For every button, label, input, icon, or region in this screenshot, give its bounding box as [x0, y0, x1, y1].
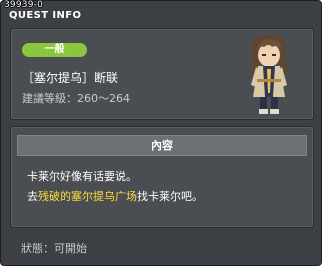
content-text-suffix: 找卡莱尔吧。: [137, 190, 203, 203]
content-text-line-2: 去残破的塞尔提乌广场找卡莱尔吧。: [27, 188, 203, 204]
recommended-level: 建議等級：260～264: [22, 90, 130, 106]
quest-info-window: 39939-0 QUEST INFO 一般 ［塞尔提乌］断联 建議等級：260～…: [0, 0, 322, 266]
window-title: QUEST INFO: [9, 10, 82, 21]
content-text-prefix: 去: [27, 190, 38, 203]
quest-status: 狀態：可開始: [21, 240, 87, 256]
quest-content-panel: 內容 卡莱尔好像有话要说。 去残破的塞尔提乌广场找卡莱尔吧。: [10, 126, 314, 228]
level-range: 260～264: [77, 92, 130, 105]
status-value: 可開始: [54, 242, 87, 255]
npc-portrait: [251, 35, 287, 114]
location-link: 残破的塞尔提乌广场: [38, 190, 137, 203]
level-label: 建議等級：: [22, 92, 77, 105]
content-header: 內容: [17, 135, 307, 156]
content-text-line-1: 卡莱尔好像有话要说。: [27, 170, 137, 183]
quest-id: 39939-0: [4, 0, 44, 10]
quest-name: ［塞尔提乌］断联: [22, 71, 119, 85]
status-label: 狀態：: [21, 242, 54, 255]
quest-summary-panel: 一般 ［塞尔提乌］断联 建議等級：260～264: [10, 28, 314, 120]
quest-category-badge: 一般: [22, 43, 87, 57]
title-bar[interactable]: 39939-0 QUEST INFO: [1, 0, 321, 23]
